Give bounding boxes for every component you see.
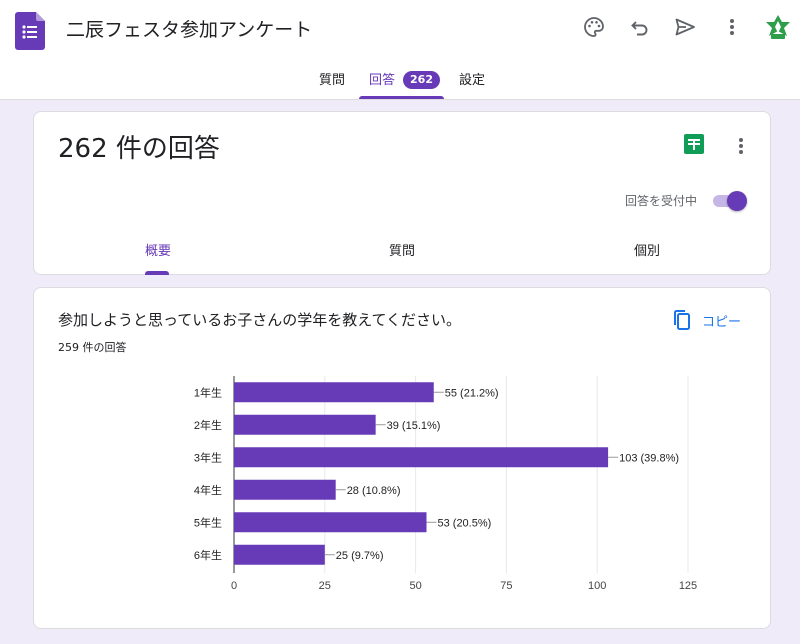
tab-responses[interactable]: 回答 262 xyxy=(369,62,440,100)
main-tabs: 質問 回答 262 設定 xyxy=(0,62,800,100)
data-label: 39 (15.1%) xyxy=(387,420,441,432)
subtab-individual[interactable]: 個別 xyxy=(634,240,660,259)
bar xyxy=(234,479,336,500)
responses-summary-card: 262 件の回答 回答を受付中 概要 質問 個別 xyxy=(33,111,771,275)
data-label: 28 (10.8%) xyxy=(347,485,401,497)
y-category-label: 1年生 xyxy=(194,385,222,399)
x-tick-label: 75 xyxy=(500,580,512,592)
app-bar: 二辰フェスタ参加アンケート 質問 回答 262 設定 xyxy=(0,0,800,100)
sheets-icon[interactable] xyxy=(684,134,704,154)
accepting-responses-label: 回答を受付中 xyxy=(625,194,698,208)
tab-questions-label: 質問 xyxy=(319,73,346,88)
tab-settings-label: 設定 xyxy=(459,73,486,88)
data-label: 25 (9.7%) xyxy=(336,550,384,562)
subtab-active-indicator xyxy=(145,271,169,275)
more-options-icon[interactable] xyxy=(729,134,753,158)
bar xyxy=(234,414,376,435)
palette-icon[interactable] xyxy=(582,15,606,39)
bar xyxy=(234,512,427,533)
accepting-responses-toggle[interactable] xyxy=(711,190,749,212)
y-category-label: 6年生 xyxy=(194,548,222,562)
bar xyxy=(234,447,609,468)
bar xyxy=(234,544,325,565)
more-vert-icon[interactable] xyxy=(720,15,744,39)
bar xyxy=(234,382,434,403)
x-tick-label: 25 xyxy=(319,580,331,592)
toggle-knob xyxy=(727,191,747,211)
tab-responses-label: 回答 xyxy=(369,73,396,88)
grade-bar-chart: 0 25 50 75 100 125 1年生 55 (21.2%) 2年生 39 (15.1%) 3… xyxy=(194,376,697,592)
y-category-label: 2年生 xyxy=(194,418,222,432)
x-tick-label: 0 xyxy=(231,580,237,592)
data-label: 103 (39.8%) xyxy=(619,452,679,464)
tab-questions[interactable]: 質問 xyxy=(319,62,345,100)
data-label: 55 (21.2%) xyxy=(445,387,499,399)
x-tick-label: 100 xyxy=(588,580,606,592)
tab-active-indicator xyxy=(359,96,444,99)
subtab-summary[interactable]: 概要 xyxy=(145,240,171,259)
undo-icon[interactable] xyxy=(628,15,652,39)
data-label: 53 (20.5%) xyxy=(437,517,491,529)
x-tick-label: 50 xyxy=(409,580,421,592)
forms-logo-icon[interactable] xyxy=(15,12,45,50)
responses-total-title: 262 件の回答 xyxy=(58,134,220,164)
form-title[interactable]: 二辰フェスタ参加アンケート xyxy=(66,18,312,42)
y-category-label: 4年生 xyxy=(194,483,222,497)
avatar-icon[interactable] xyxy=(763,13,793,43)
question-summary-card: 参加しようと思っているお子さんの学年を教えてください。 259 件の回答 コピー… xyxy=(33,287,771,629)
y-category-label: 5年生 xyxy=(194,515,222,529)
plot-area xyxy=(234,376,688,573)
y-category-label: 3年生 xyxy=(194,450,222,464)
send-icon[interactable] xyxy=(673,15,697,39)
tab-settings[interactable]: 設定 xyxy=(459,62,485,100)
x-tick-label: 125 xyxy=(679,580,697,592)
subtab-question[interactable]: 質問 xyxy=(389,240,415,259)
response-count-badge: 262 xyxy=(403,71,440,89)
